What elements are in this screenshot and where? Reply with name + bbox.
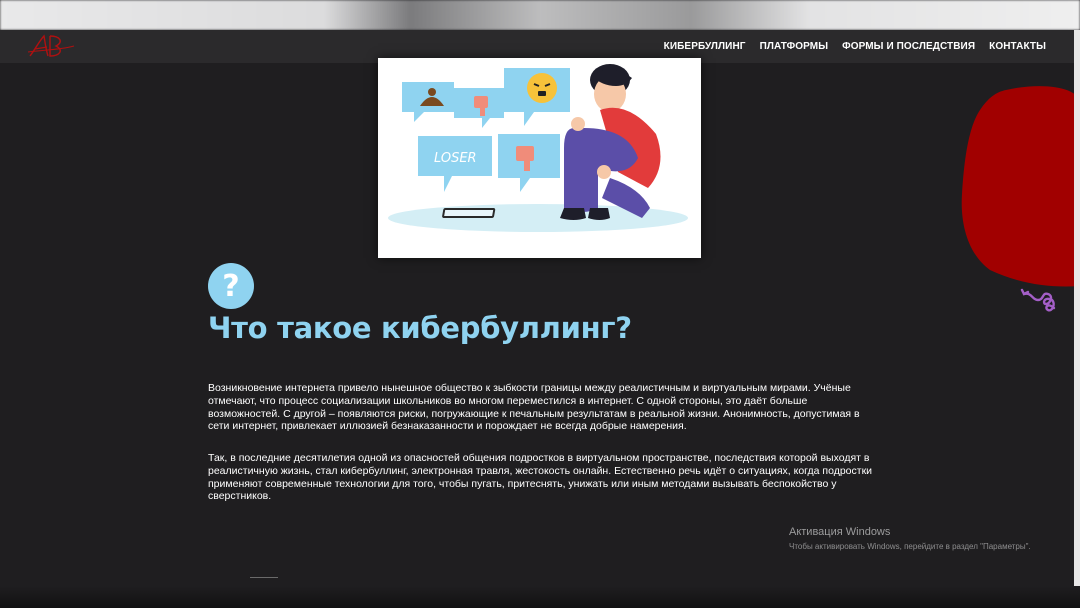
window-edge: [1074, 30, 1080, 586]
section-title: Что такое кибербуллинг?: [208, 311, 632, 345]
question-icon: ?: [208, 263, 254, 309]
paragraph-definition: Так, в последние десятилетия одной из оп…: [208, 452, 873, 503]
windows-activation-title: Активация Windows: [789, 526, 891, 538]
nav-link-cyberbullying[interactable]: КИБЕРБУЛЛИНГ: [664, 41, 746, 52]
hero-illustration: LOSER: [378, 58, 701, 258]
red-blob-decoration: [961, 86, 1080, 287]
squiggle-arrow-icon: [1020, 288, 1056, 312]
nav-links: КИБЕРБУЛЛИНГ ПЛАТФОРМЫ ФОРМЫ И ПОСЛЕДСТВ…: [664, 30, 1046, 63]
nav-link-platforms[interactable]: ПЛАТФОРМЫ: [760, 41, 829, 52]
windows-activation-watermark: Активация Windows Чтобы активировать Win…: [789, 526, 1031, 551]
logo-icon[interactable]: [26, 30, 78, 63]
nav-link-contacts[interactable]: КОНТАКТЫ: [989, 41, 1046, 52]
bottom-strip: [0, 586, 1080, 608]
divider: [250, 577, 278, 578]
blurred-top-strip: [0, 0, 1080, 30]
paragraph-intro: Возникновение интернета привело нынешное…: [208, 382, 860, 433]
nav-link-forms-consequences[interactable]: ФОРМЫ И ПОСЛЕДСТВИЯ: [842, 41, 975, 52]
loser-bubble-text: LOSER: [434, 151, 477, 166]
windows-activation-subtitle: Чтобы активировать Windows, перейдите в …: [789, 542, 1031, 551]
